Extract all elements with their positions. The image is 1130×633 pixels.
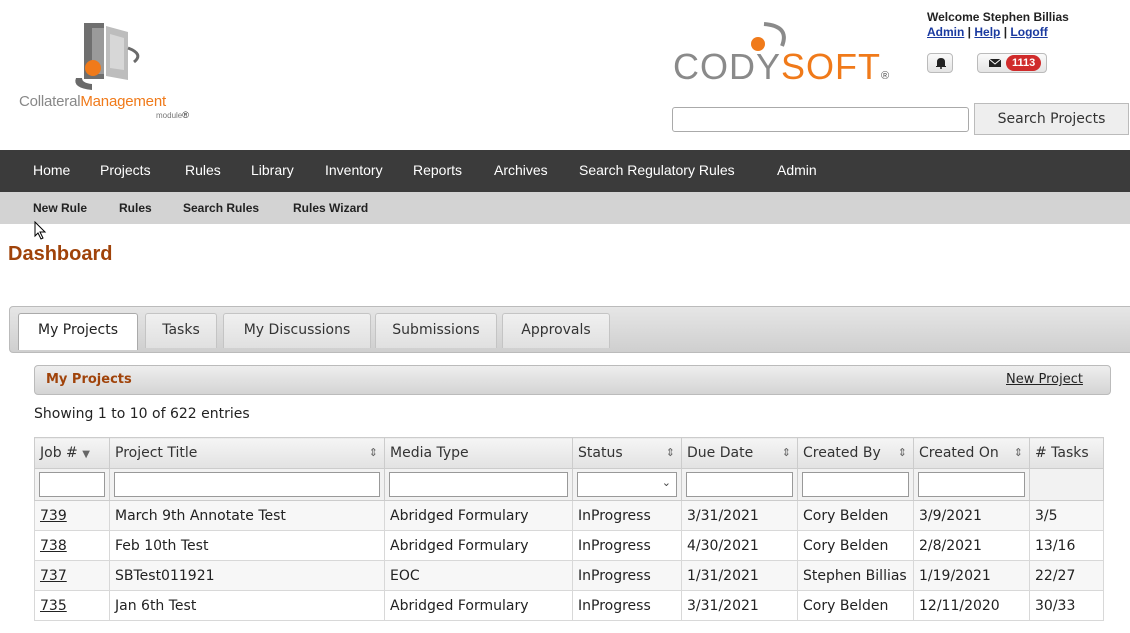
- sub-nav: New Rule Rules Search Rules Rules Wizard: [0, 192, 1130, 224]
- tab-my-discussions[interactable]: My Discussions: [223, 313, 371, 348]
- table-row: 735 Jan 6th Test Abridged Formulary InPr…: [34, 590, 1104, 621]
- job-link[interactable]: 735: [34, 590, 110, 621]
- cell-tasks: 3/5: [1029, 500, 1104, 531]
- nav-archives[interactable]: Archives: [494, 162, 548, 178]
- cell-media: EOC: [384, 560, 573, 591]
- chevron-down-icon: ⌄: [661, 476, 671, 489]
- user-links: Admin | Help | Logoff: [927, 25, 1048, 39]
- welcome-text: Welcome Stephen Billias: [927, 10, 1069, 24]
- tab-tasks[interactable]: Tasks: [145, 313, 217, 348]
- projects-table: Job # ▼ Project Title ⇕ Media Type Status…: [34, 437, 1104, 621]
- subnav-rules-wizard[interactable]: Rules Wizard: [293, 201, 368, 215]
- table-row: 739 March 9th Annotate Test Abridged For…: [34, 500, 1104, 531]
- filter-due-date[interactable]: [686, 472, 793, 497]
- cell-status: InProgress: [572, 530, 682, 561]
- filter-project-title[interactable]: [114, 472, 380, 497]
- col-tasks[interactable]: # Tasks: [1029, 437, 1104, 469]
- new-project-link[interactable]: New Project: [1006, 372, 1083, 387]
- bell-icon: [936, 58, 946, 69]
- message-count-badge: 1113: [1006, 55, 1042, 71]
- table-row: 737 SBTest011921 EOC InProgress 1/31/202…: [34, 560, 1104, 591]
- notifications-button[interactable]: [927, 53, 953, 73]
- entries-info: Showing 1 to 10 of 622 entries: [34, 406, 250, 422]
- collateral-management-logo[interactable]: [62, 18, 157, 98]
- table-row: 738 Feb 10th Test Abridged Formulary InP…: [34, 530, 1104, 561]
- cell-created-on: 2/8/2021: [913, 530, 1030, 561]
- page-title: Dashboard: [8, 243, 113, 265]
- job-link[interactable]: 738: [34, 530, 110, 561]
- admin-link[interactable]: Admin: [927, 25, 964, 39]
- cell-tasks: 13/16: [1029, 530, 1104, 561]
- logo-text: CollateralManagement: [19, 93, 166, 110]
- cell-created-on: 1/19/2021: [913, 560, 1030, 591]
- codysoft-brand: CODYSOFT®: [673, 46, 891, 87]
- envelope-icon: [989, 58, 1001, 67]
- cell-tasks: 30/33: [1029, 590, 1104, 621]
- job-link[interactable]: 739: [34, 500, 110, 531]
- panel-title: My Projects: [46, 372, 132, 387]
- tab-approvals[interactable]: Approvals: [502, 313, 610, 348]
- nav-reports[interactable]: Reports: [413, 162, 462, 178]
- cell-created-on: 3/9/2021: [913, 500, 1030, 531]
- cell-title: Feb 10th Test: [109, 530, 385, 561]
- cell-created-by: Cory Belden: [797, 500, 914, 531]
- subnav-new-rule[interactable]: New Rule: [33, 201, 87, 215]
- nav-search-regulatory-rules[interactable]: Search Regulatory Rules: [579, 162, 735, 178]
- sort-icon: ⇕: [1013, 446, 1023, 459]
- cell-due: 3/31/2021: [681, 500, 798, 531]
- cell-created-by: Cory Belden: [797, 530, 914, 561]
- cell-due: 1/31/2021: [681, 560, 798, 591]
- search-input[interactable]: [672, 107, 969, 132]
- col-job[interactable]: Job # ▼: [34, 437, 110, 469]
- cell-media: Abridged Formulary: [384, 590, 573, 621]
- nav-inventory[interactable]: Inventory: [325, 162, 383, 178]
- logo-subtitle: module®: [156, 110, 189, 120]
- tab-my-projects[interactable]: My Projects: [18, 313, 138, 350]
- cell-due: 4/30/2021: [681, 530, 798, 561]
- nav-admin[interactable]: Admin: [777, 162, 817, 178]
- cell-title: SBTest011921: [109, 560, 385, 591]
- filter-created-by[interactable]: [802, 472, 909, 497]
- col-due-date[interactable]: Due Date ⇕: [681, 437, 798, 469]
- main-nav: Home Projects Rules Library Inventory Re…: [0, 150, 1130, 192]
- mouse-pointer-icon: [34, 221, 47, 240]
- col-media-type[interactable]: Media Type: [384, 437, 573, 469]
- subnav-search-rules[interactable]: Search Rules: [183, 201, 259, 215]
- sort-icon: ⇕: [368, 446, 378, 459]
- cell-title: March 9th Annotate Test: [109, 500, 385, 531]
- nav-projects[interactable]: Projects: [100, 162, 151, 178]
- sort-icon: ⇕: [897, 446, 907, 459]
- cell-due: 3/31/2021: [681, 590, 798, 621]
- col-status[interactable]: Status ⇕: [572, 437, 682, 469]
- filter-status-select[interactable]: ⌄: [577, 472, 677, 497]
- cell-created-by: Cory Belden: [797, 590, 914, 621]
- nav-library[interactable]: Library: [251, 162, 294, 178]
- cell-created-on: 12/11/2020: [913, 590, 1030, 621]
- cell-title: Jan 6th Test: [109, 590, 385, 621]
- col-project-title[interactable]: Project Title ⇕: [109, 437, 385, 469]
- cell-media: Abridged Formulary: [384, 500, 573, 531]
- subnav-rules[interactable]: Rules: [119, 201, 152, 215]
- logoff-link[interactable]: Logoff: [1010, 25, 1047, 39]
- filter-created-on[interactable]: [918, 472, 1025, 497]
- cell-created-by: Stephen Billias: [797, 560, 914, 591]
- filter-media-type[interactable]: [389, 472, 568, 497]
- cell-status: InProgress: [572, 590, 682, 621]
- job-link[interactable]: 737: [34, 560, 110, 591]
- cell-media: Abridged Formulary: [384, 530, 573, 561]
- search-projects-button[interactable]: Search Projects: [974, 103, 1129, 135]
- cell-tasks: 22/27: [1029, 560, 1104, 591]
- col-created-by[interactable]: Created By ⇕: [797, 437, 914, 469]
- tab-submissions[interactable]: Submissions: [375, 313, 497, 348]
- sort-icon: ⇕: [781, 446, 791, 459]
- cell-status: InProgress: [572, 560, 682, 591]
- cell-status: InProgress: [572, 500, 682, 531]
- help-link[interactable]: Help: [974, 25, 1000, 39]
- panel-header: [34, 365, 1111, 395]
- col-created-on[interactable]: Created On ⇕: [913, 437, 1030, 469]
- sort-icon: ⇕: [665, 446, 675, 459]
- nav-rules[interactable]: Rules: [185, 162, 221, 178]
- nav-home[interactable]: Home: [33, 162, 70, 178]
- filter-job[interactable]: [39, 472, 105, 497]
